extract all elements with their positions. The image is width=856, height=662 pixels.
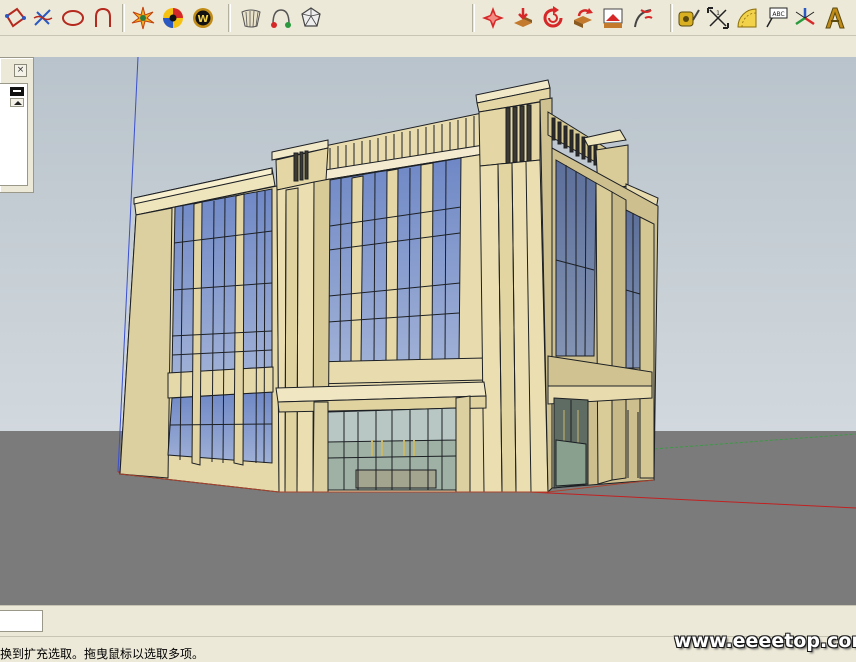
protractor-tool-button[interactable] [734, 5, 760, 31]
text-label-icon: ABC [764, 6, 788, 30]
text-label-tool-button[interactable]: ABC [763, 5, 789, 31]
model-viewport[interactable] [0, 57, 856, 605]
status-hint: 换到扩充选取。拖曳鼠标以选取多项。 [0, 647, 205, 661]
floating-panel: × [0, 57, 34, 193]
arc-icon [91, 6, 115, 30]
shell-icon [239, 6, 263, 30]
curve-icon [631, 6, 655, 30]
sketchup-window: W 1 ABC × 换到扩充选取。拖曳鼠标以选取多项。 www.eeeetop.… [0, 0, 856, 662]
ellipse-icon [61, 6, 85, 30]
rope-icon [269, 6, 293, 30]
building-right-tower [475, 79, 553, 494]
dimension-icon: 1 [706, 6, 730, 30]
svg-text:W: W [197, 14, 208, 25]
rotate-tool-button[interactable] [540, 5, 566, 31]
svg-text:ABC: ABC [772, 11, 784, 18]
panel-body [0, 83, 28, 186]
w-logo-icon: W [191, 6, 215, 30]
explosion-icon [131, 6, 155, 30]
main-toolbar: W 1 ABC [0, 0, 856, 36]
toolbar-separator [670, 4, 673, 32]
color-wheel-tool-button[interactable] [160, 5, 186, 31]
panel-scroll-up-button[interactable] [10, 98, 24, 107]
arc-tool-button[interactable] [90, 5, 116, 31]
building-left-wing [119, 167, 280, 493]
protractor-icon [735, 6, 759, 30]
axes-icon [793, 6, 817, 30]
drape-icon [511, 6, 535, 30]
rotated-rectangle-icon [3, 6, 27, 30]
panel-close-button[interactable]: × [14, 64, 27, 77]
polyhedron-tool-button[interactable] [298, 5, 324, 31]
tape-measure-icon [677, 6, 701, 30]
fold-icon [481, 6, 505, 30]
freehand-tool-button[interactable] [30, 5, 56, 31]
toolbar-separator [472, 4, 475, 32]
3d-text-tool-button[interactable] [821, 5, 847, 31]
w-plugin-tool-button[interactable]: W [190, 5, 216, 31]
ellipse-tool-button[interactable] [60, 5, 86, 31]
extrude-tool-button[interactable] [570, 5, 596, 31]
toolbar-group-shapes [236, 3, 332, 33]
svg-text:1: 1 [716, 10, 720, 17]
curve-tool-button[interactable] [630, 5, 656, 31]
freehand-icon [31, 6, 55, 30]
stamp-icon [601, 6, 625, 30]
drape-tool-button[interactable] [510, 5, 536, 31]
toolbar-group-plugins: W [128, 3, 224, 33]
shell-tool-button[interactable] [238, 5, 264, 31]
fold-tool-button[interactable] [480, 5, 506, 31]
toolbar-separator [228, 4, 231, 32]
toolbar-group-drawing [0, 3, 120, 33]
polyhedron-icon [299, 6, 323, 30]
color-wheel-icon [161, 6, 185, 30]
toolbar-group-construction: 1 ABC [676, 3, 856, 33]
rope-tool-button[interactable] [268, 5, 294, 31]
dimension-tool-button[interactable]: 1 [705, 5, 731, 31]
stamp-tool-button[interactable] [600, 5, 626, 31]
rotated-rectangle-tool-button[interactable] [2, 5, 28, 31]
panel-expand-button[interactable] [10, 87, 24, 96]
toolbar-separator [122, 4, 125, 32]
extrude-icon [571, 6, 595, 30]
tape-measure-tool-button[interactable] [676, 5, 702, 31]
model-scene [0, 57, 856, 605]
axes-tool-button[interactable] [792, 5, 818, 31]
rotate-icon [541, 6, 565, 30]
watermark: www.eeeetop.com [674, 630, 856, 652]
explosion-plugin-tool-button[interactable] [130, 5, 156, 31]
3d-text-icon [822, 6, 846, 30]
toolbar-group-modify [478, 3, 668, 33]
measurements-input[interactable] [0, 610, 43, 632]
